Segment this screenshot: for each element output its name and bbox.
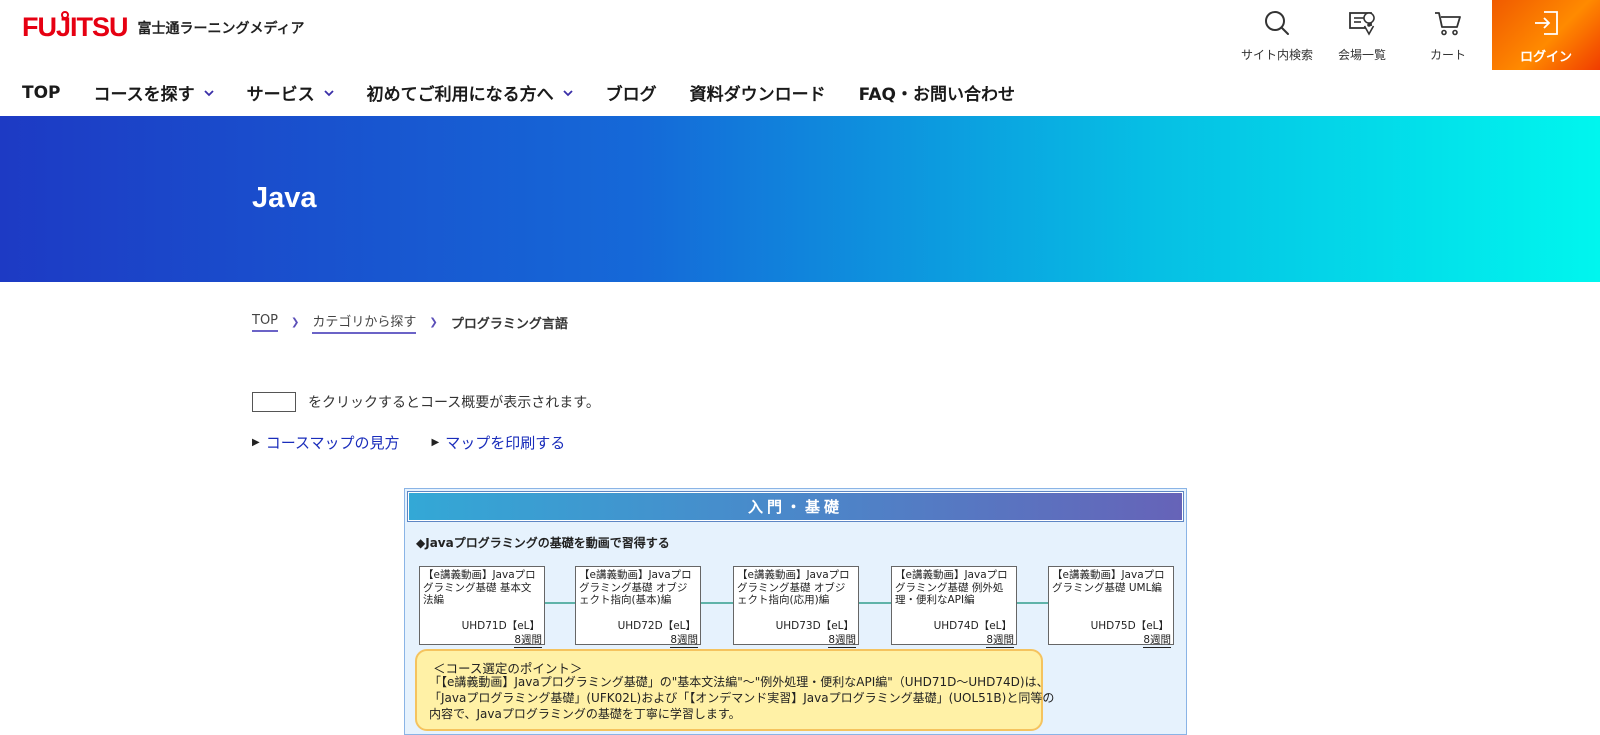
chevron-down-icon: [563, 89, 573, 96]
note-line: 「Javaプログラミング基礎」(UFK02L)および「【オンデマンド実習】Jav…: [429, 691, 1055, 705]
course-code: UHD75D【eL】: [1090, 620, 1169, 632]
course-title: 【e講義動画】Javaプログラミング基礎 例外処理・便利なAPI編: [895, 569, 1008, 606]
hero-banner: Java: [0, 116, 1600, 282]
how-to-read-map-link[interactable]: ▶ コースマップの見方: [252, 432, 400, 453]
site-header: FUJITSU 富士通ラーニングメディア サイト内検索 会場一覧 カート ログイ…: [0, 0, 1600, 116]
print-map-link[interactable]: ▶ マップを印刷する: [432, 432, 566, 453]
course-duration: 8週間: [986, 634, 1014, 648]
map-links: ▶ コースマップの見方 ▶ マップを印刷する: [252, 432, 597, 453]
course-connector: [1017, 602, 1048, 604]
course-box-uhd74d[interactable]: 【e講義動画】Javaプログラミング基礎 例外処理・便利なAPI編 UHD74D…: [891, 566, 1017, 648]
site-search-button[interactable]: サイト内検索: [1232, 0, 1322, 70]
venue-map-icon: [1349, 12, 1375, 36]
search-icon: [1265, 11, 1289, 35]
note-line: 「【e講義動画】Javaプログラミング基礎」の"基本文法編"～"例外処理・便利な…: [429, 675, 1049, 689]
course-selection-note: ＜コース選定のポイント＞ 「【e講義動画】Javaプログラミング基礎」の"基本文…: [415, 649, 1054, 731]
course-duration: 8週間: [670, 634, 698, 648]
login-label: ログイン: [1519, 50, 1572, 65]
course-code: UHD72D【eL】: [617, 620, 696, 632]
cart-icon: [1435, 12, 1461, 36]
breadcrumb-top[interactable]: TOP: [252, 313, 279, 332]
nav-item-top[interactable]: TOP: [22, 83, 61, 103]
nav-item-label: FAQ・お問い合わせ: [858, 85, 1015, 105]
course-box-uhd72d[interactable]: 【e講義動画】Javaプログラミング基礎 オブジェクト指向(基本)編 UHD72…: [575, 566, 701, 648]
triangle-right-icon: ▶: [431, 437, 440, 448]
chevron-right-icon: ❯: [291, 317, 300, 328]
nav-item-label: サービス: [246, 85, 315, 105]
course-connector: [701, 602, 733, 604]
link-label: コースマップの見方: [265, 434, 400, 452]
triangle-right-icon: ▶: [252, 437, 260, 448]
course-title: 【e講義動画】Javaプログラミング基礎 UML編: [1052, 569, 1165, 594]
nav-item-label: 資料ダウンロード: [689, 85, 826, 105]
course-duration: 8週間: [1143, 634, 1171, 648]
course-code: UHD73D【eL】: [775, 620, 854, 632]
course-map: 入門・基礎 ◆Javaプログラミングの基礎を動画で習得する 【e講義動画】Jav…: [404, 488, 1187, 735]
nav-item-faq[interactable]: FAQ・お問い合わせ: [859, 80, 1015, 105]
course-map-subtitle: ◆Javaプログラミングの基礎を動画で習得する: [416, 536, 670, 550]
course-map-header-label: 入門・基礎: [747, 498, 843, 516]
venue-list-label: 会場一覧: [1337, 48, 1386, 62]
breadcrumb-category[interactable]: カテゴリから探す: [312, 311, 417, 334]
breadcrumb: TOP ❯ カテゴリから探す ❯ プログラミング言語: [252, 311, 568, 334]
course-box-uhd73d[interactable]: 【e講義動画】Javaプログラミング基礎 オブジェクト指向(応用)編 UHD73…: [733, 566, 859, 648]
course-click-hint: をクリックするとコース概要が表示されます。: [252, 392, 600, 412]
course-box-uhd75d[interactable]: 【e講義動画】Javaプログラミング基礎 UML編 UHD75D【eL】 8週間: [1048, 566, 1174, 648]
cart-button[interactable]: カート: [1408, 0, 1488, 70]
course-title: 【e講義動画】Javaプログラミング基礎 基本文法編: [423, 569, 536, 606]
link-label: マップを印刷する: [445, 434, 566, 452]
course-map-header: 入門・基礎: [407, 491, 1184, 522]
nav-item-label: コースを探す: [93, 85, 195, 105]
nav-item-label: 初めてご利用になる方へ: [366, 85, 554, 105]
nav-item-find-course[interactable]: コースを探す: [94, 80, 214, 105]
login-icon: [1535, 11, 1558, 35]
course-title: 【e講義動画】Javaプログラミング基礎 オブジェクト指向(応用)編: [737, 569, 850, 606]
cart-label: カート: [1429, 48, 1466, 62]
note-line: 内容で、Javaプログラミングの基礎を丁寧に学習します。: [429, 707, 741, 721]
course-connector: [545, 602, 575, 604]
nav-item-label: ブログ: [605, 85, 657, 105]
nav-item-services[interactable]: サービス: [247, 80, 334, 105]
login-button[interactable]: ログイン: [1492, 0, 1600, 70]
chevron-right-icon: ❯: [429, 317, 438, 328]
nav-item-label: TOP: [22, 82, 61, 103]
site-search-label: サイト内検索: [1240, 48, 1313, 62]
course-connector: [859, 602, 891, 604]
course-box-uhd71d[interactable]: 【e講義動画】Javaプログラミング基礎 基本文法編 UHD71D【eL】 8週…: [419, 566, 545, 648]
venue-list-button[interactable]: 会場一覧: [1322, 0, 1402, 70]
hint-text: をクリックするとコース概要が表示されます。: [308, 395, 600, 411]
course-title: 【e講義動画】Javaプログラミング基礎 オブジェクト指向(基本)編: [579, 569, 692, 606]
nav-item-first-time[interactable]: 初めてご利用になる方へ: [367, 80, 573, 105]
main-nav: TOP コースを探す サービス 初めてご利用になる方へ ブログ 資料ダウンロード…: [22, 80, 1048, 106]
logo-company-name: 富士通ラーニングメディア: [137, 21, 305, 37]
course-duration: 8週間: [514, 634, 542, 648]
course-code: UHD71D【eL】: [461, 620, 540, 632]
chevron-down-icon: [324, 89, 334, 96]
sample-course-box: [252, 392, 296, 412]
page-title: Java: [252, 182, 317, 214]
nav-item-blog[interactable]: ブログ: [606, 80, 657, 105]
site-logo[interactable]: FUJITSU 富士通ラーニングメディア: [22, 11, 305, 42]
course-code: UHD74D【eL】: [933, 620, 1012, 632]
chevron-down-icon: [204, 89, 214, 96]
nav-item-downloads[interactable]: 資料ダウンロード: [690, 80, 826, 105]
fujitsu-logo-mark: FUJITSU: [22, 11, 129, 42]
course-duration: 8週間: [828, 634, 856, 648]
breadcrumb-current: プログラミング言語: [450, 317, 568, 332]
